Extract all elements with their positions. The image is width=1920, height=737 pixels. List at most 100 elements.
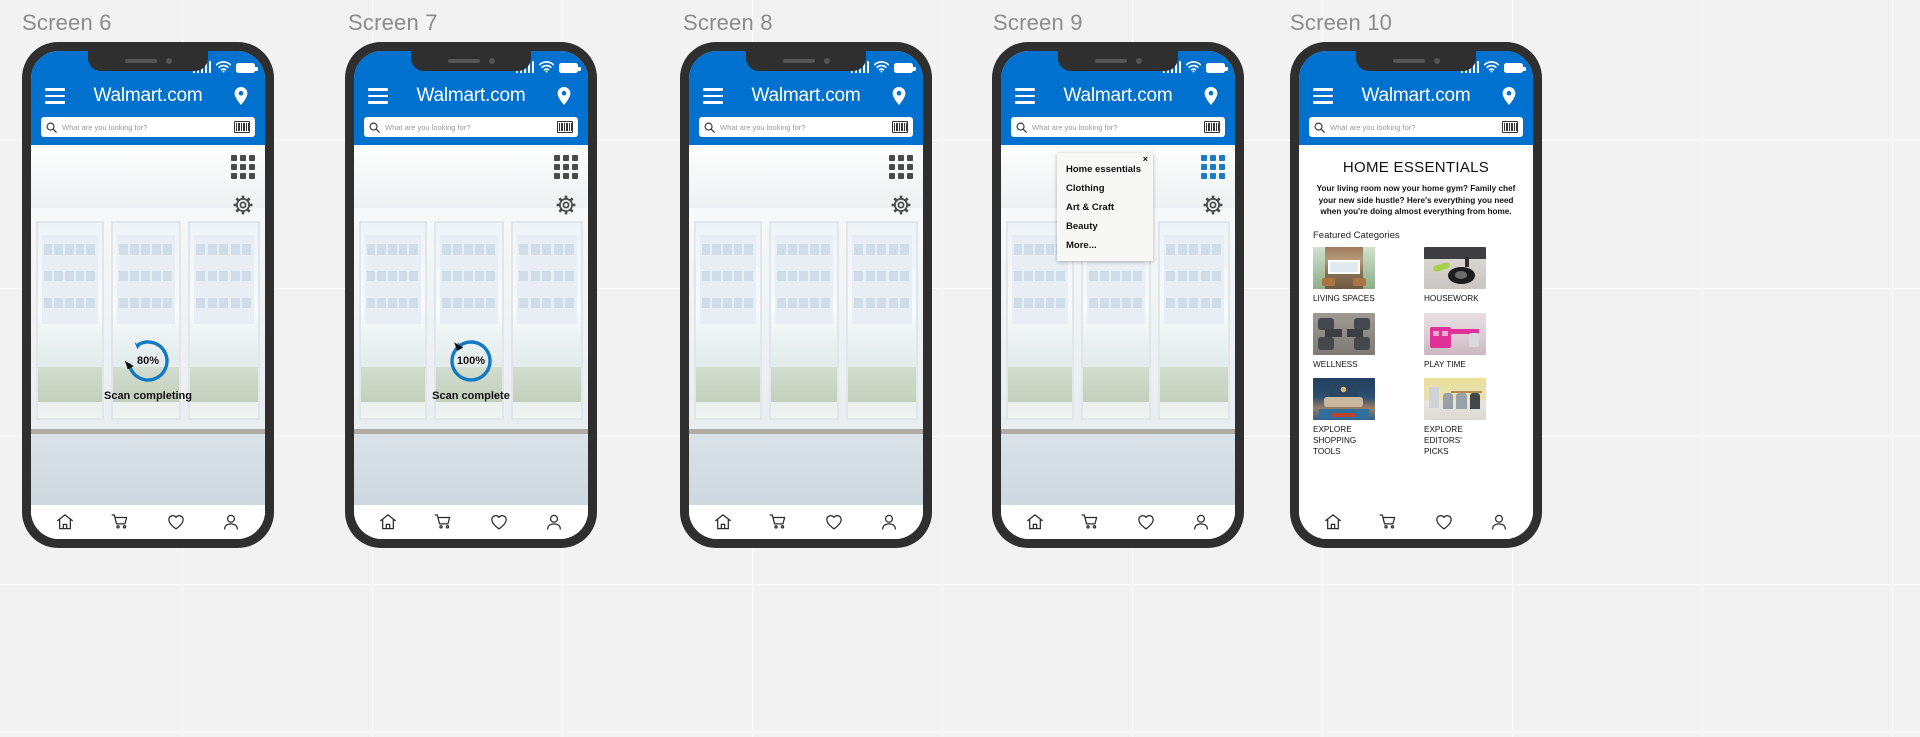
- nav-item-account[interactable]: [1191, 512, 1211, 532]
- battery-icon: [559, 63, 581, 73]
- nav-item-favorites[interactable]: [824, 512, 844, 532]
- earpiece-speaker: [1094, 59, 1127, 63]
- building-outside: [439, 234, 498, 325]
- nav-item-cart[interactable]: [433, 512, 453, 532]
- heart-icon: [167, 515, 184, 530]
- hamburger-icon[interactable]: [703, 88, 723, 104]
- search-input[interactable]: What are you looking for?: [41, 117, 255, 137]
- search-input[interactable]: What are you looking for?: [364, 117, 578, 137]
- nav-item-favorites[interactable]: [1136, 512, 1156, 532]
- phone-notch: [1058, 51, 1178, 71]
- grid-apps-icon[interactable]: [889, 155, 913, 179]
- battery-icon: [236, 63, 258, 73]
- dropdown-item[interactable]: Clothing: [1057, 179, 1153, 198]
- grid-apps-icon[interactable]: [1201, 155, 1225, 179]
- thumb-dumbbells: [1313, 312, 1375, 355]
- gear-button[interactable]: [889, 193, 913, 217]
- search-row: What are you looking for?: [1299, 117, 1533, 145]
- nav-item-cart[interactable]: [768, 512, 788, 532]
- window-band: [689, 208, 923, 429]
- dropdown-item[interactable]: More...: [1057, 236, 1153, 255]
- grid-apps-icon[interactable]: [554, 155, 578, 179]
- nav-item-home[interactable]: [378, 512, 398, 532]
- battery-icon: [1206, 63, 1228, 73]
- building-outside: [41, 234, 98, 325]
- wifi-icon: [1484, 61, 1499, 73]
- building-outside: [774, 234, 833, 325]
- bottom-nav: [31, 505, 265, 539]
- brand-row: Walmart.com: [1001, 75, 1235, 117]
- barcode-scan-icon[interactable]: [1204, 121, 1220, 133]
- nav-item-account[interactable]: [544, 512, 564, 532]
- scan-circle: 100%: [444, 334, 498, 388]
- hamburger-icon[interactable]: [1015, 88, 1035, 104]
- building-outside: [851, 234, 913, 325]
- window-pane: [1157, 221, 1231, 420]
- category-caption: HOUSEWORK: [1424, 293, 1479, 303]
- gear-button[interactable]: [1201, 193, 1225, 217]
- category-item[interactable]: WELLNESS: [1313, 312, 1408, 371]
- location-pin-button[interactable]: [231, 87, 251, 105]
- category-item[interactable]: EXPLORE SHOPPING TOOLS: [1313, 378, 1408, 457]
- phone-notch: [88, 51, 208, 71]
- nav-item-cart[interactable]: [1080, 512, 1100, 532]
- category-caption: WELLNESS: [1313, 359, 1358, 369]
- nav-item-cart[interactable]: [1378, 512, 1398, 532]
- search-placeholder-text: What are you looking for?: [62, 122, 148, 132]
- brand-row: Walmart.com: [354, 75, 588, 117]
- barcode-scan-icon[interactable]: [892, 121, 908, 133]
- barcode-scan-icon[interactable]: [557, 121, 573, 133]
- search-input[interactable]: What are you looking for?: [1011, 117, 1225, 137]
- search-row: What are you looking for?: [1001, 117, 1235, 145]
- nav-item-home[interactable]: [1025, 512, 1045, 532]
- barcode-scan-icon[interactable]: [1502, 121, 1518, 133]
- category-item[interactable]: EXPLORE EDITORS' PICKS: [1424, 378, 1519, 457]
- search-input[interactable]: What are you looking for?: [1309, 117, 1523, 137]
- nav-item-account[interactable]: [1489, 512, 1509, 532]
- category-item[interactable]: PLAY TIME: [1424, 312, 1519, 371]
- wifi-icon: [539, 61, 554, 73]
- dropdown-item[interactable]: Art & Craft: [1057, 198, 1153, 217]
- gear-icon[interactable]: [554, 193, 578, 217]
- nav-item-account[interactable]: [221, 512, 241, 532]
- barcode-scan-icon[interactable]: [234, 121, 250, 133]
- location-pin-button[interactable]: [554, 87, 574, 105]
- gear-icon[interactable]: [231, 193, 255, 217]
- nav-item-home[interactable]: [1323, 512, 1343, 532]
- brand-row: Walmart.com: [1299, 75, 1533, 117]
- category-item[interactable]: HOUSEWORK: [1424, 246, 1519, 305]
- gear-button[interactable]: [554, 193, 578, 217]
- nav-item-favorites[interactable]: [1434, 512, 1454, 532]
- viewport-icon-stack: [231, 155, 255, 217]
- thumb-office-chairs: [1424, 378, 1486, 421]
- close-icon[interactable]: ×: [1143, 155, 1148, 164]
- nav-item-favorites[interactable]: [166, 512, 186, 532]
- hamburger-icon[interactable]: [368, 88, 388, 104]
- location-pin-button[interactable]: [889, 87, 909, 105]
- nav-item-home[interactable]: [713, 512, 733, 532]
- category-item[interactable]: LIVING SPACES: [1313, 246, 1408, 305]
- bottom-nav: [689, 505, 923, 539]
- search-input[interactable]: What are you looking for?: [699, 117, 913, 137]
- hamburger-icon[interactable]: [45, 88, 65, 104]
- hedge: [1082, 367, 1149, 403]
- dropdown-item[interactable]: Home essentials: [1057, 160, 1153, 179]
- scan-circle: 80%: [121, 334, 175, 388]
- hamburger-icon[interactable]: [1313, 88, 1333, 104]
- dropdown-item[interactable]: Beauty: [1057, 217, 1153, 236]
- nav-item-home[interactable]: [55, 512, 75, 532]
- phone-screen: Walmart.com What are you looking for? 100%…: [354, 51, 588, 539]
- gear-icon[interactable]: [889, 193, 913, 217]
- location-pin-button[interactable]: [1499, 87, 1519, 105]
- search-icon: [704, 122, 715, 133]
- gear-icon[interactable]: [1201, 193, 1225, 217]
- thumb-living-room-fireplace: [1313, 246, 1375, 289]
- nav-item-account[interactable]: [879, 512, 899, 532]
- gear-button[interactable]: [231, 193, 255, 217]
- location-pin-button[interactable]: [1201, 87, 1221, 105]
- nav-item-favorites[interactable]: [489, 512, 509, 532]
- shopping-cart-icon: [1379, 514, 1396, 529]
- wifi-icon: [874, 61, 889, 73]
- nav-item-cart[interactable]: [110, 512, 130, 532]
- grid-apps-icon[interactable]: [231, 155, 255, 179]
